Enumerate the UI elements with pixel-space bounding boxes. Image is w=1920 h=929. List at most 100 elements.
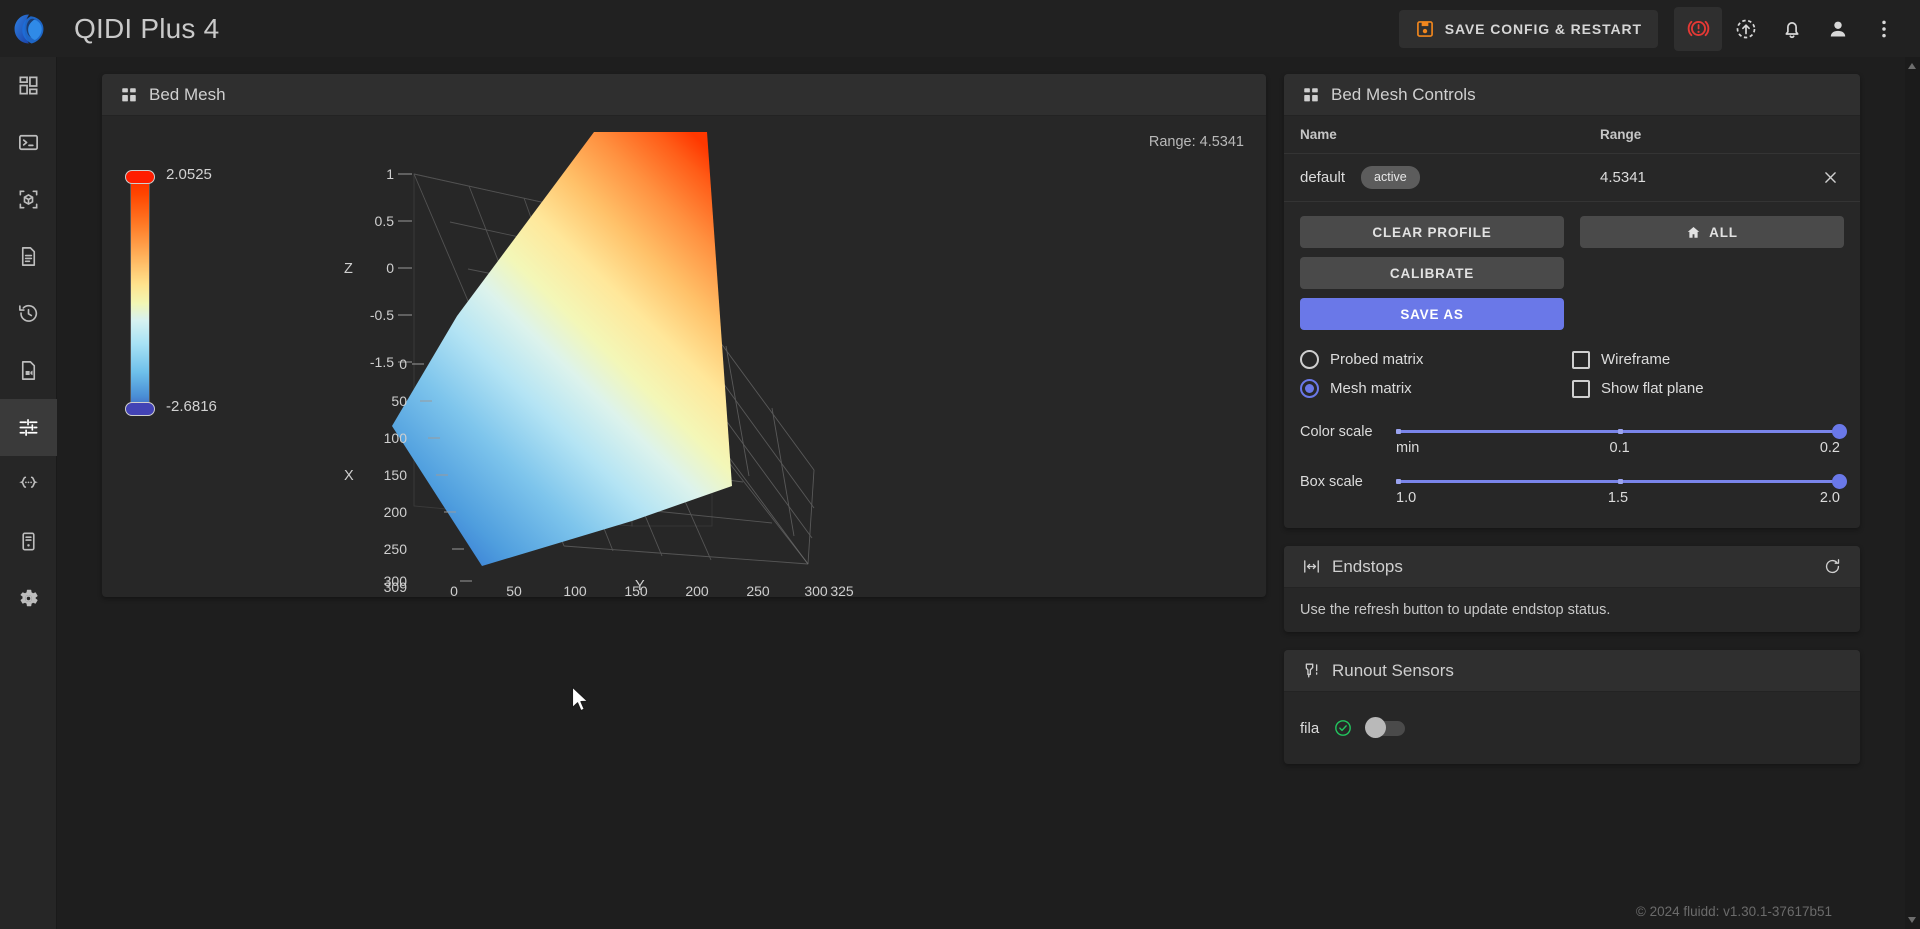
profile-name: default (1300, 169, 1346, 186)
y-axis-label: Y (635, 578, 645, 594)
header-range: Range (1600, 127, 1642, 142)
account-button[interactable] (1816, 7, 1860, 51)
clear-profile-label: CLEAR PROFILE (1372, 224, 1492, 240)
bed-mesh-card-title: Bed Mesh (149, 84, 226, 104)
options-row-1: Probed matrix Wireframe (1300, 350, 1844, 369)
color-legend-min-value: -2.6816 (166, 398, 217, 415)
x-tick-250: 250 (384, 541, 408, 557)
runout-sensors-body: fila (1284, 692, 1860, 764)
runout-sensors-header: Runout Sensors (1284, 650, 1860, 692)
box-scale-thumb[interactable] (1832, 473, 1847, 489)
sidebar-item-tune[interactable] (0, 399, 57, 456)
sidebar-item-files[interactable] (0, 228, 57, 285)
z-axis: 1 0.5 0 -0.5 -1.5 Z (344, 166, 412, 370)
btn-grid-spacer (1580, 257, 1844, 289)
sidebar-item-settings[interactable] (0, 570, 57, 627)
bell-icon (1785, 21, 1799, 38)
table-row[interactable]: default active 4.5341 (1284, 154, 1860, 202)
endstops-message: Use the refresh button to update endstop… (1300, 602, 1611, 618)
clear-profile-button[interactable]: CLEAR PROFILE (1300, 216, 1564, 248)
app-logo[interactable] (0, 0, 57, 57)
sidebar-item-history[interactable] (0, 285, 57, 342)
sidebar-item-system[interactable] (0, 513, 57, 570)
show-flat-plane-checkbox[interactable]: Show flat plane (1572, 379, 1844, 398)
checkbox-unchecked-icon (1572, 379, 1590, 398)
home-icon (1687, 226, 1700, 238)
view-options: Probed matrix Wireframe Mesh matrix Show… (1284, 336, 1860, 412)
filament-sensor-icon (1305, 663, 1318, 678)
file-document-icon (21, 247, 35, 266)
dashboard-icon (18, 76, 38, 95)
calibrate-button[interactable]: CALIBRATE (1300, 257, 1564, 289)
wireframe-checkbox[interactable]: Wireframe (1572, 350, 1844, 369)
y-tick-250: 250 (746, 583, 770, 596)
radio-dot (1305, 384, 1314, 393)
save-as-button[interactable]: SAVE AS (1300, 298, 1564, 330)
sidebar-nav (0, 57, 57, 929)
right-column: Bed Mesh Controls Name Range default act… (1284, 74, 1860, 782)
sidebar-item-gcode-preview[interactable] (0, 342, 57, 399)
calibrate-label: CALIBRATE (1389, 265, 1475, 281)
refresh-icon (1825, 559, 1840, 574)
checkbox-unchecked-icon (1572, 350, 1590, 369)
box-scale-tick-label-2: 2.0 (1819, 490, 1840, 506)
color-legend-max-handle[interactable] (125, 170, 155, 184)
color-scale-tick-label-1: 0.1 (1609, 440, 1630, 456)
scroll-down-arrow-icon[interactable] (1908, 917, 1916, 923)
list-item: fila (1284, 692, 1860, 764)
color-legend-min-handle[interactable] (125, 402, 155, 416)
upload-arrow-icon (1736, 19, 1756, 38)
sidebar-item-macros[interactable] (0, 456, 57, 513)
z-tick-m05: -0.5 (370, 307, 394, 323)
z-tick-05: 0.5 (375, 213, 395, 229)
more-menu-button[interactable] (1862, 7, 1906, 51)
scroll-up-arrow-icon[interactable] (1908, 63, 1916, 69)
appbar-actions: SAVE CONFIG & RESTART (1398, 6, 1920, 51)
endstops-refresh-button[interactable] (1823, 557, 1842, 576)
bed-mesh-grid-icon (122, 87, 136, 101)
notifications-button[interactable] (1770, 7, 1814, 51)
color-legend-gradient-bar (130, 176, 150, 416)
z-tick-m1: -1.5 (370, 354, 394, 370)
remove-profile-button[interactable] (1816, 164, 1844, 192)
x-tick-50: 50 (391, 393, 407, 409)
color-scale-tick-min (1396, 428, 1401, 434)
color-scale-slider-row: Color scale min 0.1 0.2 (1300, 422, 1847, 456)
bed-mesh-range-label: Range: 4.5341 (1148, 134, 1244, 150)
x-axis-label: X (344, 468, 354, 484)
box-scale-track[interactable] (1396, 473, 1847, 489)
color-legend-max-value: 2.0525 (166, 166, 212, 183)
server-icon (21, 532, 35, 551)
emergency-stop-button[interactable] (1674, 6, 1722, 51)
color-scale-slider[interactable]: min 0.1 0.2 (1392, 422, 1847, 456)
save-config-restart-button[interactable]: SAVE CONFIG & RESTART (1398, 9, 1658, 48)
sidebar-item-console[interactable] (0, 114, 57, 171)
mesh-matrix-radio[interactable]: Mesh matrix (1300, 379, 1572, 398)
profile-actions: CLEAR PROFILE ALL CALIBRATE SAVE AS (1284, 202, 1860, 336)
sidebar-item-dashboard[interactable] (0, 57, 57, 114)
runout-sensor-toggle[interactable] (1365, 717, 1406, 738)
color-scale-track[interactable] (1396, 423, 1847, 439)
x-tick-309: 309 (384, 579, 408, 595)
profile-name-cell: default active (1300, 166, 1600, 189)
color-scale-thumb[interactable] (1832, 423, 1847, 439)
z-tick-1: 1 (386, 166, 394, 182)
color-scale-ticklabels: min 0.1 0.2 (1396, 440, 1840, 456)
page-scrollbar[interactable] (1905, 57, 1920, 929)
bed-mesh-controls-header: Bed Mesh Controls (1284, 74, 1860, 116)
bed-mesh-chart-body[interactable]: Range: 4.5341 2.0525 -2.6816 1 0.5 0 -0.… (102, 116, 1266, 597)
probed-matrix-radio[interactable]: Probed matrix (1300, 350, 1572, 369)
sidebar-item-jobs-3d[interactable] (0, 171, 57, 228)
runout-sensor-name: fila (1300, 719, 1320, 737)
bed-mesh-color-legend[interactable]: 2.0525 -2.6816 (122, 166, 282, 428)
bed-mesh-controls-body: Name Range default active 4.5341 CLEAR P… (1284, 116, 1860, 528)
home-all-button[interactable]: ALL (1580, 216, 1844, 248)
bed-mesh-3d-plot[interactable]: 1 0.5 0 -0.5 -1.5 Z 0 50 100 150 200 250… (302, 126, 1122, 596)
code-braces-icon (18, 476, 38, 488)
endstop-arrows-icon (1304, 560, 1319, 573)
x-tick-0: 0 (399, 356, 407, 372)
left-column: Bed Mesh Range: 4.5341 2.0525 -2.6816 1 … (102, 74, 1266, 615)
upload-button[interactable] (1724, 7, 1768, 51)
box-scale-slider[interactable]: 1.0 1.5 2.0 (1392, 472, 1847, 506)
close-x-icon (1824, 172, 1836, 183)
